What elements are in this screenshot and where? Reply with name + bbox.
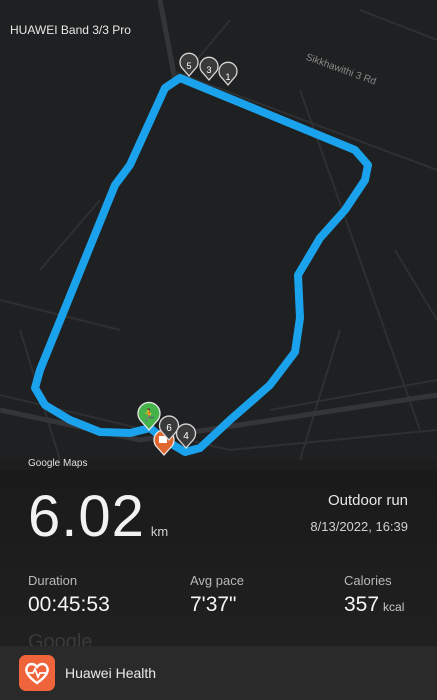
km-marker-label: 6 <box>166 423 172 434</box>
km-marker-label: 5 <box>186 61 191 71</box>
start-marker[interactable]: 🏃 <box>137 401 161 431</box>
km-marker-5[interactable]: 5 <box>179 52 199 77</box>
pace-metric: Avg pace 7'37" <box>190 573 244 617</box>
device-name: HUAWEI Band 3/3 Pro <box>10 23 131 37</box>
route-path <box>31 74 372 456</box>
activity-type: Outdoor run <box>327 492 408 509</box>
route-map[interactable]: 5 3 1 🏃 6 4 HUAWEI Band 3/3 Pro Sikkhawi… <box>0 0 437 460</box>
duration-label: Duration <box>28 573 78 588</box>
runner-icon: 🏃 <box>142 408 157 422</box>
heart-icon <box>25 662 49 685</box>
calories-value-row: 357 kcal <box>344 593 404 617</box>
pace-value: 7'37" <box>190 593 237 616</box>
calories-value: 357 <box>344 593 380 616</box>
km-marker-label: 4 <box>183 431 189 442</box>
km-marker-label: 3 <box>206 65 211 75</box>
app-name[interactable]: Huawei Health <box>65 665 156 681</box>
distance-display: 6.02 km <box>28 483 168 550</box>
app-icon[interactable] <box>19 655 55 691</box>
km-marker-label: 1 <box>225 72 230 82</box>
workout-datetime: 8/13/2022, 16:39 <box>310 519 408 534</box>
calories-metric: Calories 357 kcal <box>344 573 404 617</box>
km-marker-1[interactable]: 1 <box>218 61 238 86</box>
pace-label: Avg pace <box>190 573 244 588</box>
km-marker-3[interactable]: 3 <box>199 56 219 81</box>
duration-value: 00:45:53 <box>28 593 110 616</box>
map-attribution: Google Maps <box>28 458 88 469</box>
distance-value: 6.02 <box>28 484 145 549</box>
calories-label: Calories <box>344 573 392 588</box>
map-canvas: 5 3 1 🏃 6 4 <box>0 0 437 460</box>
duration-metric: Duration 00:45:53 <box>28 573 110 617</box>
distance-unit: km <box>150 524 169 539</box>
calories-unit: kcal <box>383 600 405 614</box>
